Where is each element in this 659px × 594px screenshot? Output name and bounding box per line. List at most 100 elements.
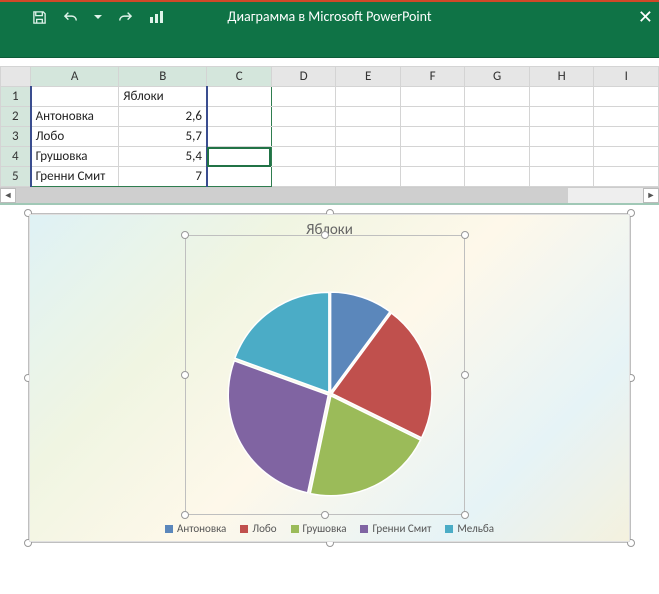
col-header[interactable]: A [31, 67, 119, 87]
scrollbar-thumb[interactable] [16, 188, 568, 203]
table-row[interactable]: 5 Гренни Смит 7 [1, 167, 659, 187]
legend-label: Гренни Смит [372, 522, 431, 535]
resize-handle[interactable] [461, 371, 469, 379]
resize-handle[interactable] [461, 231, 469, 239]
legend-item: Антоновка [165, 522, 226, 535]
cell[interactable] [594, 107, 659, 127]
legend-label: Грушовка [303, 522, 347, 535]
cell[interactable]: 5,4 [119, 147, 207, 167]
cell[interactable] [529, 147, 594, 167]
cell[interactable] [594, 167, 659, 187]
cell[interactable]: Гренни Смит [31, 167, 119, 187]
select-all-cell[interactable] [1, 67, 31, 87]
row-header[interactable]: 1 [1, 87, 31, 107]
cell[interactable] [465, 107, 530, 127]
cell[interactable] [336, 167, 401, 187]
horizontal-scrollbar[interactable]: ◄ ► [0, 187, 659, 203]
chart-selection-box[interactable]: Яблоки Антоновка Лобо Грушовка Гренни См… [28, 213, 631, 543]
scroll-right-icon[interactable]: ► [643, 188, 659, 203]
resize-handle[interactable] [321, 511, 329, 519]
cell[interactable] [271, 167, 336, 187]
ribbon: Диаграмма в Microsoft PowerPoint ✕ [0, 0, 659, 58]
cell[interactable]: 5,7 [119, 127, 207, 147]
cell[interactable] [336, 147, 401, 167]
legend-label: Лобо [252, 522, 276, 535]
legend-swatch [360, 525, 368, 533]
cell[interactable] [31, 87, 119, 107]
column-header-row: A B C D E F G H I [1, 67, 659, 87]
legend-swatch [240, 525, 248, 533]
legend-item: Лобо [240, 522, 276, 535]
resize-handle[interactable] [181, 371, 189, 379]
legend-item: Мельба [445, 522, 494, 535]
legend-label: Антоновка [177, 522, 226, 535]
cell[interactable] [529, 107, 594, 127]
cell[interactable] [594, 87, 659, 107]
close-icon[interactable]: ✕ [638, 6, 653, 28]
cell[interactable] [271, 107, 336, 127]
cell[interactable] [400, 167, 465, 187]
cell[interactable] [271, 127, 336, 147]
col-header[interactable]: B [119, 67, 207, 87]
resize-handle[interactable] [321, 231, 329, 239]
col-header[interactable]: H [529, 67, 594, 87]
row-header[interactable]: 5 [1, 167, 31, 187]
cell[interactable] [271, 147, 336, 167]
table-row[interactable]: 3 Лобо 5,7 [1, 127, 659, 147]
row-header[interactable]: 2 [1, 107, 31, 127]
cell[interactable]: Антоновка [31, 107, 119, 127]
cell[interactable] [400, 107, 465, 127]
cell[interactable] [529, 87, 594, 107]
cell[interactable] [594, 147, 659, 167]
col-header[interactable]: D [271, 67, 336, 87]
cell[interactable] [400, 147, 465, 167]
cell[interactable] [465, 147, 530, 167]
chart-legend: Антоновка Лобо Грушовка Гренни Смит Мель… [30, 522, 629, 535]
col-header[interactable]: C [207, 67, 272, 87]
cell[interactable] [207, 127, 272, 147]
cell[interactable] [336, 87, 401, 107]
scrollbar-track[interactable] [16, 188, 643, 203]
legend-swatch [165, 525, 173, 533]
legend-swatch [445, 525, 453, 533]
active-cell[interactable] [207, 147, 272, 167]
cell[interactable]: Яблоки [119, 87, 207, 107]
window-title: Диаграмма в Microsoft PowerPoint [0, 8, 659, 25]
col-header[interactable]: E [336, 67, 401, 87]
table-row[interactable]: 4 Грушовка 5,4 [1, 147, 659, 167]
cell[interactable]: 7 [119, 167, 207, 187]
chart-object[interactable]: Яблоки Антоновка Лобо Грушовка Гренни См… [29, 214, 630, 542]
data-grid[interactable]: A B C D E F G H I 1 Яблоки 2 Антоновка 2… [0, 66, 659, 187]
cell[interactable]: Грушовка [31, 147, 119, 167]
cell[interactable] [465, 127, 530, 147]
cell[interactable] [207, 107, 272, 127]
row-header[interactable]: 4 [1, 147, 31, 167]
data-grid-panel: A B C D E F G H I 1 Яблоки 2 Антоновка 2… [0, 58, 659, 205]
cell[interactable] [400, 87, 465, 107]
cell[interactable] [207, 167, 272, 187]
cell[interactable]: Лобо [31, 127, 119, 147]
cell[interactable]: 2,6 [119, 107, 207, 127]
cell[interactable] [400, 127, 465, 147]
cell[interactable] [529, 127, 594, 147]
resize-handle[interactable] [461, 511, 469, 519]
table-row[interactable]: 1 Яблоки [1, 87, 659, 107]
table-row[interactable]: 2 Антоновка 2,6 [1, 107, 659, 127]
resize-handle[interactable] [181, 231, 189, 239]
legend-item: Грушовка [291, 522, 347, 535]
legend-item: Гренни Смит [360, 522, 431, 535]
cell[interactable] [271, 87, 336, 107]
cell[interactable] [529, 167, 594, 187]
cell[interactable] [207, 87, 272, 107]
cell[interactable] [465, 167, 530, 187]
scroll-left-icon[interactable]: ◄ [0, 188, 16, 203]
col-header[interactable]: I [594, 67, 659, 87]
cell[interactable] [465, 87, 530, 107]
cell[interactable] [336, 127, 401, 147]
row-header[interactable]: 3 [1, 127, 31, 147]
cell[interactable] [336, 107, 401, 127]
col-header[interactable]: G [465, 67, 530, 87]
resize-handle[interactable] [181, 511, 189, 519]
col-header[interactable]: F [400, 67, 465, 87]
cell[interactable] [594, 127, 659, 147]
